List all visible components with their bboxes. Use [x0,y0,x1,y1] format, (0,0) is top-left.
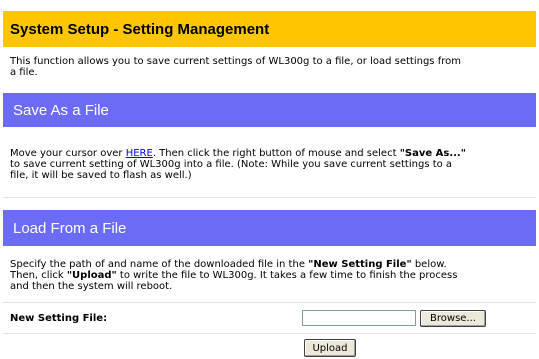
save-as-emphasis: "Save As..." [399,148,466,159]
load-line-2-suffix: to write the file to WL300g. It takes a … [116,270,458,281]
setting-management-page: System Setup - Setting Management This f… [0,0,539,359]
load-line-2: Then, click "Upload" to write the file t… [10,270,530,281]
load-line-1-suffix: below. [411,259,447,270]
file-path-input[interactable] [302,310,416,326]
button-row-divider [3,333,536,334]
load-section-title: Load From a File [13,219,127,237]
load-section-header: Load From a File [3,210,536,246]
load-section-text: Specify the path of and name of the down… [10,259,530,292]
save-line-1-prefix: Move your cursor over [10,148,126,159]
save-line-2: to save current setting of WL300g into a… [10,159,453,170]
save-section-text: Move your cursor over HERE. Then click t… [10,148,530,181]
here-link[interactable]: HERE [126,148,153,159]
save-line-1: Move your cursor over HERE. Then click t… [10,148,530,159]
intro-line-2: a file. [10,67,38,78]
intro-line-1: This function allows you to save current… [10,56,461,67]
new-setting-file-label: New Setting File: [10,313,108,324]
page-title: System Setup - Setting Management [10,20,270,38]
section-divider [3,197,536,198]
load-line-1: Specify the path of and name of the down… [10,259,530,270]
load-line-3: and then the system will reboot. [10,281,173,292]
load-line-1-prefix: Specify the path of and name of the down… [10,259,309,270]
save-line-3: file, it will be saved to flash as well.… [10,170,192,181]
page-title-bar: System Setup - Setting Management [3,11,536,47]
upload-button[interactable]: Upload [304,339,356,357]
intro-text: This function allows you to save current… [10,56,530,78]
save-section-title: Save As a File [13,101,109,119]
save-line-1-mid: . Then click the right button of mouse a… [152,148,400,159]
upload-emphasis: "Upload" [66,270,117,281]
new-setting-file-emphasis: "New Setting File" [308,259,412,270]
load-line-2-prefix: Then, click [10,270,67,281]
save-section-header: Save As a File [3,93,536,127]
browse-button[interactable]: Browse... [420,310,486,327]
form-divider [3,302,536,303]
